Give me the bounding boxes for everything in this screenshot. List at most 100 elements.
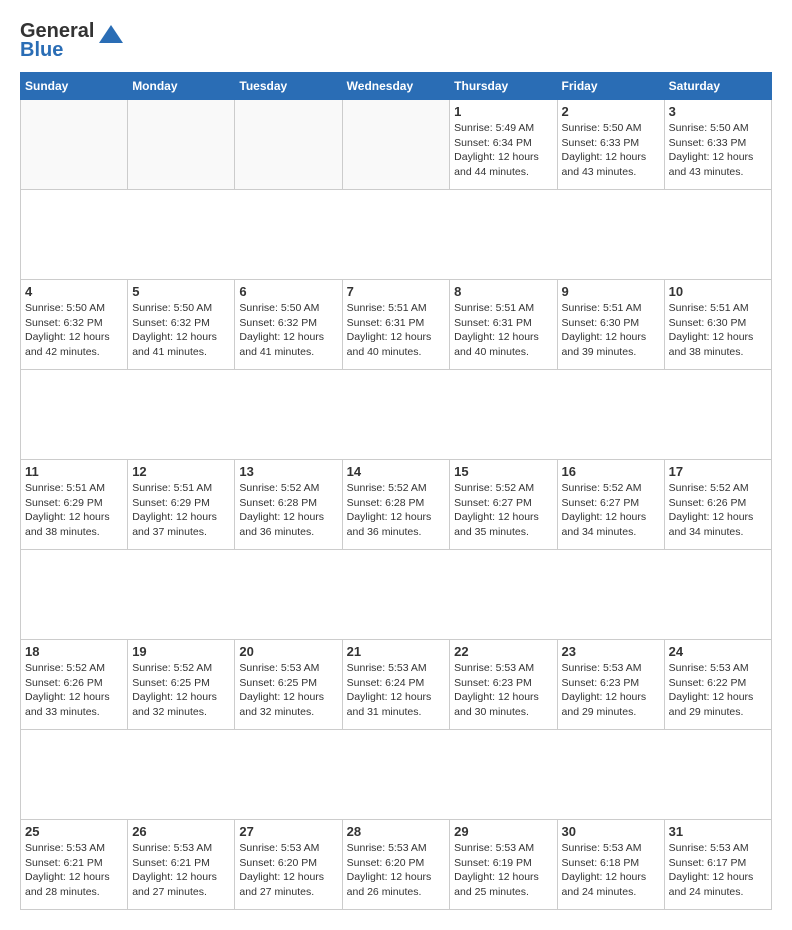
logo-blue: Blue [20, 39, 63, 62]
day-detail: Sunrise: 5:53 AMSunset: 6:20 PMDaylight:… [347, 841, 446, 900]
calendar-day-cell: 4 Sunrise: 5:50 AMSunset: 6:32 PMDaylight… [21, 280, 128, 370]
day-detail: Sunrise: 5:53 AMSunset: 6:21 PMDaylight:… [25, 841, 123, 900]
day-number: 1 [454, 104, 552, 119]
page-header: General Blue [20, 20, 772, 62]
day-number: 16 [562, 464, 660, 479]
day-number: 4 [25, 284, 123, 299]
day-detail: Sunrise: 5:51 AMSunset: 6:31 PMDaylight:… [454, 301, 552, 360]
day-number: 19 [132, 644, 230, 659]
weekday-header: Thursday [450, 73, 557, 100]
calendar-day-cell [235, 100, 342, 190]
calendar-day-cell: 27 Sunrise: 5:53 AMSunset: 6:20 PMDayligh… [235, 820, 342, 910]
calendar-day-cell: 11 Sunrise: 5:51 AMSunset: 6:29 PMDayligh… [21, 460, 128, 550]
day-detail: Sunrise: 5:52 AMSunset: 6:28 PMDaylight:… [347, 481, 446, 540]
weekday-header: Friday [557, 73, 664, 100]
day-detail: Sunrise: 5:51 AMSunset: 6:30 PMDaylight:… [669, 301, 767, 360]
day-number: 5 [132, 284, 230, 299]
day-detail: Sunrise: 5:53 AMSunset: 6:19 PMDaylight:… [454, 841, 552, 900]
day-number: 24 [669, 644, 767, 659]
separator-cell [21, 370, 772, 460]
calendar-day-cell: 31 Sunrise: 5:53 AMSunset: 6:17 PMDayligh… [664, 820, 771, 910]
day-detail: Sunrise: 5:52 AMSunset: 6:26 PMDaylight:… [669, 481, 767, 540]
day-detail: Sunrise: 5:53 AMSunset: 6:18 PMDaylight:… [562, 841, 660, 900]
calendar-day-cell: 28 Sunrise: 5:53 AMSunset: 6:20 PMDayligh… [342, 820, 450, 910]
day-detail: Sunrise: 5:53 AMSunset: 6:25 PMDaylight:… [239, 661, 337, 720]
week-separator [21, 730, 772, 820]
day-detail: Sunrise: 5:51 AMSunset: 6:29 PMDaylight:… [25, 481, 123, 540]
calendar-day-cell: 30 Sunrise: 5:53 AMSunset: 6:18 PMDayligh… [557, 820, 664, 910]
calendar-day-cell: 12 Sunrise: 5:51 AMSunset: 6:29 PMDayligh… [128, 460, 235, 550]
day-detail: Sunrise: 5:53 AMSunset: 6:23 PMDaylight:… [562, 661, 660, 720]
day-number: 29 [454, 824, 552, 839]
calendar-week-row: 11 Sunrise: 5:51 AMSunset: 6:29 PMDayligh… [21, 460, 772, 550]
calendar-day-cell: 6Sunrise: 5:50 AMSunset: 6:32 PMDaylight… [235, 280, 342, 370]
day-detail: Sunrise: 5:50 AMSunset: 6:33 PMDaylight:… [562, 121, 660, 180]
weekday-header: Sunday [21, 73, 128, 100]
weekday-header: Monday [128, 73, 235, 100]
day-detail: Sunrise: 5:52 AMSunset: 6:27 PMDaylight:… [562, 481, 660, 540]
calendar-day-cell [342, 100, 450, 190]
day-detail: Sunrise: 5:50 AMSunset: 6:32 PMDaylight:… [132, 301, 230, 360]
day-detail: Sunrise: 5:52 AMSunset: 6:26 PMDaylight:… [25, 661, 123, 720]
day-number: 10 [669, 284, 767, 299]
logo-triangle-icon [97, 23, 125, 51]
day-detail: Sunrise: 5:53 AMSunset: 6:17 PMDaylight:… [669, 841, 767, 900]
calendar-day-cell: 13 Sunrise: 5:52 AMSunset: 6:28 PMDayligh… [235, 460, 342, 550]
calendar-table: SundayMondayTuesdayWednesdayThursdayFrid… [20, 72, 772, 910]
day-detail: Sunrise: 5:51 AMSunset: 6:29 PMDaylight:… [132, 481, 230, 540]
day-detail: Sunrise: 5:49 AMSunset: 6:34 PMDaylight:… [454, 121, 552, 180]
week-separator [21, 550, 772, 640]
day-number: 11 [25, 464, 123, 479]
day-detail: Sunrise: 5:53 AMSunset: 6:21 PMDaylight:… [132, 841, 230, 900]
day-detail: Sunrise: 5:52 AMSunset: 6:27 PMDaylight:… [454, 481, 552, 540]
day-number: 27 [239, 824, 337, 839]
day-number: 14 [347, 464, 446, 479]
calendar-day-cell: 3Sunrise: 5:50 AMSunset: 6:33 PMDaylight… [664, 100, 771, 190]
weekday-header: Saturday [664, 73, 771, 100]
calendar-day-cell: 2 Sunrise: 5:50 AMSunset: 6:33 PMDaylight… [557, 100, 664, 190]
day-number: 25 [25, 824, 123, 839]
day-detail: Sunrise: 5:50 AMSunset: 6:33 PMDaylight:… [669, 121, 767, 180]
day-detail: Sunrise: 5:51 AMSunset: 6:31 PMDaylight:… [347, 301, 446, 360]
day-number: 2 [562, 104, 660, 119]
weekday-header: Wednesday [342, 73, 450, 100]
calendar-day-cell: 22Sunrise: 5:53 AMSunset: 6:23 PMDayligh… [450, 640, 557, 730]
calendar-week-row: 1 Sunrise: 5:49 AMSunset: 6:34 PMDaylight… [21, 100, 772, 190]
day-number: 7 [347, 284, 446, 299]
calendar-day-cell: 16 Sunrise: 5:52 AMSunset: 6:27 PMDayligh… [557, 460, 664, 550]
calendar-day-cell: 26 Sunrise: 5:53 AMSunset: 6:21 PMDayligh… [128, 820, 235, 910]
week-separator [21, 190, 772, 280]
day-number: 30 [562, 824, 660, 839]
day-detail: Sunrise: 5:52 AMSunset: 6:25 PMDaylight:… [132, 661, 230, 720]
calendar-day-cell: 18Sunrise: 5:52 AMSunset: 6:26 PMDayligh… [21, 640, 128, 730]
separator-cell [21, 550, 772, 640]
day-detail: Sunrise: 5:52 AMSunset: 6:28 PMDaylight:… [239, 481, 337, 540]
separator-cell [21, 730, 772, 820]
day-number: 15 [454, 464, 552, 479]
day-detail: Sunrise: 5:53 AMSunset: 6:20 PMDaylight:… [239, 841, 337, 900]
day-detail: Sunrise: 5:53 AMSunset: 6:22 PMDaylight:… [669, 661, 767, 720]
day-number: 26 [132, 824, 230, 839]
calendar-day-cell: 9Sunrise: 5:51 AMSunset: 6:30 PMDaylight… [557, 280, 664, 370]
calendar-day-cell: 15 Sunrise: 5:52 AMSunset: 6:27 PMDayligh… [450, 460, 557, 550]
calendar-day-cell: 23 Sunrise: 5:53 AMSunset: 6:23 PMDayligh… [557, 640, 664, 730]
calendar-day-cell: 5 Sunrise: 5:50 AMSunset: 6:32 PMDaylight… [128, 280, 235, 370]
day-number: 17 [669, 464, 767, 479]
calendar-day-cell: 10 Sunrise: 5:51 AMSunset: 6:30 PMDayligh… [664, 280, 771, 370]
day-detail: Sunrise: 5:50 AMSunset: 6:32 PMDaylight:… [25, 301, 123, 360]
calendar-header-row: SundayMondayTuesdayWednesdayThursdayFrid… [21, 73, 772, 100]
day-number: 31 [669, 824, 767, 839]
logo: General Blue [20, 20, 125, 62]
calendar-day-cell [128, 100, 235, 190]
day-detail: Sunrise: 5:51 AMSunset: 6:30 PMDaylight:… [562, 301, 660, 360]
day-number: 28 [347, 824, 446, 839]
calendar-day-cell: 19 Sunrise: 5:52 AMSunset: 6:25 PMDayligh… [128, 640, 235, 730]
day-detail: Sunrise: 5:50 AMSunset: 6:32 PMDaylight:… [239, 301, 337, 360]
week-separator [21, 370, 772, 460]
day-number: 13 [239, 464, 337, 479]
calendar-day-cell: 17 Sunrise: 5:52 AMSunset: 6:26 PMDayligh… [664, 460, 771, 550]
calendar-day-cell: 25 Sunrise: 5:53 AMSunset: 6:21 PMDayligh… [21, 820, 128, 910]
day-number: 23 [562, 644, 660, 659]
calendar-week-row: 18Sunrise: 5:52 AMSunset: 6:26 PMDayligh… [21, 640, 772, 730]
day-number: 12 [132, 464, 230, 479]
